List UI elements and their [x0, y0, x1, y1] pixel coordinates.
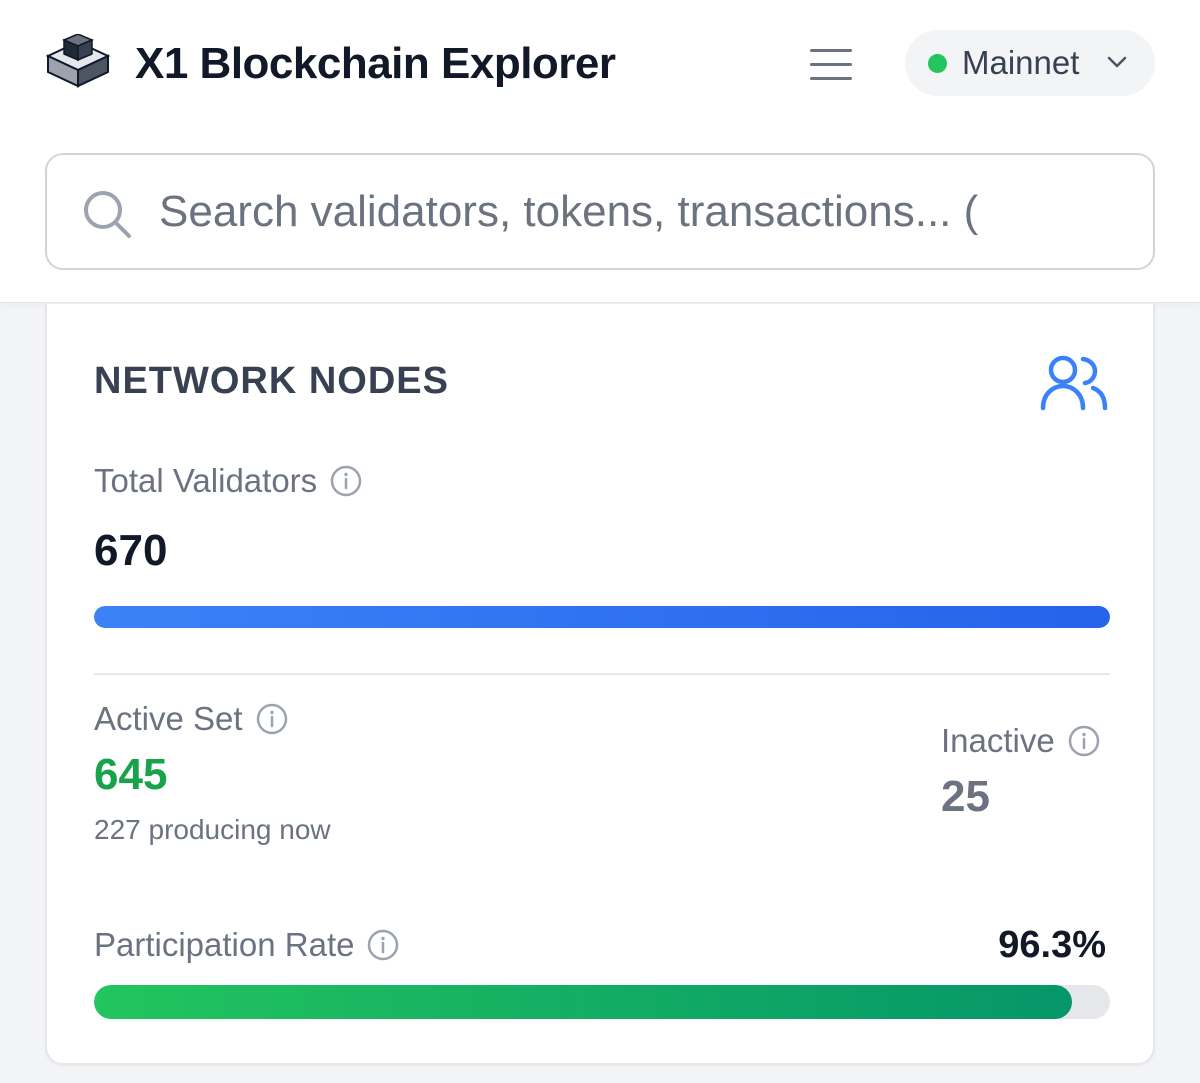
- producing-now-text: 227 producing now: [94, 814, 331, 845]
- network-status-dot: [928, 54, 947, 73]
- participation-rate-label-text: Participation Rate: [94, 926, 355, 963]
- top-header: X1 Blockchain Explorer Mainnet: [0, 0, 1200, 303]
- network-selector[interactable]: Mainnet: [905, 30, 1155, 96]
- network-label: Mainnet: [962, 44, 1080, 81]
- chevron-down-icon: [1107, 56, 1127, 68]
- divider: [94, 673, 1110, 675]
- info-icon[interactable]: [255, 702, 289, 736]
- participation-rate-bar: [94, 985, 1110, 1019]
- participation-rate-value: 96.3%: [998, 924, 1106, 966]
- app-title[interactable]: X1 Blockchain Explorer: [135, 36, 616, 92]
- search-box[interactable]: [45, 153, 1155, 270]
- active-set-label-text: Active Set: [94, 700, 243, 737]
- hamburger-menu-icon: [810, 77, 852, 80]
- active-set-value: 645: [94, 750, 168, 799]
- inactive-value: 25: [941, 772, 990, 821]
- menu-button[interactable]: [806, 42, 856, 86]
- participation-rate-bar-fill: [94, 985, 1073, 1019]
- hamburger-menu-icon: [810, 63, 852, 66]
- total-validators-value: 670: [94, 526, 168, 575]
- total-validators-bar-fill: [94, 606, 1110, 628]
- participation-rate-label: Participation Rate: [94, 926, 400, 964]
- network-nodes-card: NETWORK NODES Total Validators 670 Activ…: [45, 304, 1155, 1065]
- info-icon[interactable]: [329, 464, 363, 498]
- inactive-label-text: Inactive: [941, 722, 1055, 759]
- search-icon: [84, 191, 131, 238]
- card-title: NETWORK NODES: [94, 360, 449, 402]
- total-validators-label: Total Validators: [94, 462, 363, 500]
- info-icon[interactable]: [366, 928, 400, 962]
- total-validators-label-text: Total Validators: [94, 462, 318, 499]
- hamburger-menu-icon: [810, 49, 852, 52]
- cube-logo[interactable]: [44, 34, 112, 90]
- inactive-label: Inactive: [941, 722, 1101, 760]
- search-input[interactable]: [159, 175, 1139, 249]
- users-icon: [1040, 355, 1108, 411]
- info-icon[interactable]: [1067, 724, 1101, 758]
- total-validators-bar: [94, 606, 1110, 628]
- active-set-label: Active Set: [94, 700, 289, 738]
